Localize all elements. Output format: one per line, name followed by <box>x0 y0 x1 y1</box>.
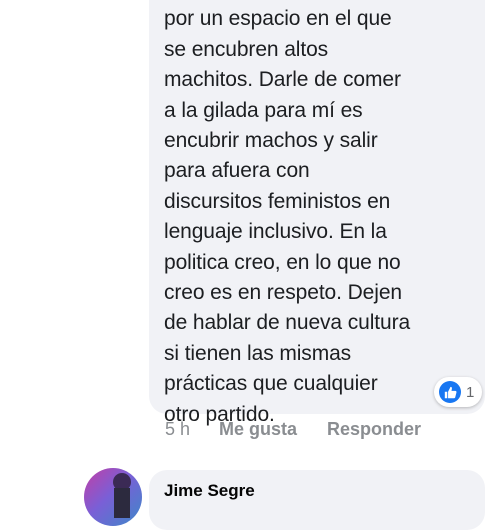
avatar[interactable] <box>84 468 142 526</box>
reply-button[interactable]: Responder <box>327 419 421 440</box>
comment-timestamp[interactable]: 5 h <box>165 419 190 440</box>
like-button[interactable]: Me gusta <box>219 419 297 440</box>
like-icon <box>439 381 461 403</box>
reaction-summary[interactable]: 1 <box>434 377 483 407</box>
comment-text: por haber puesto la cara por un espacio … <box>164 7 411 426</box>
reaction-count: 1 <box>466 383 475 401</box>
comment-author[interactable]: Jime Segre <box>164 481 255 501</box>
